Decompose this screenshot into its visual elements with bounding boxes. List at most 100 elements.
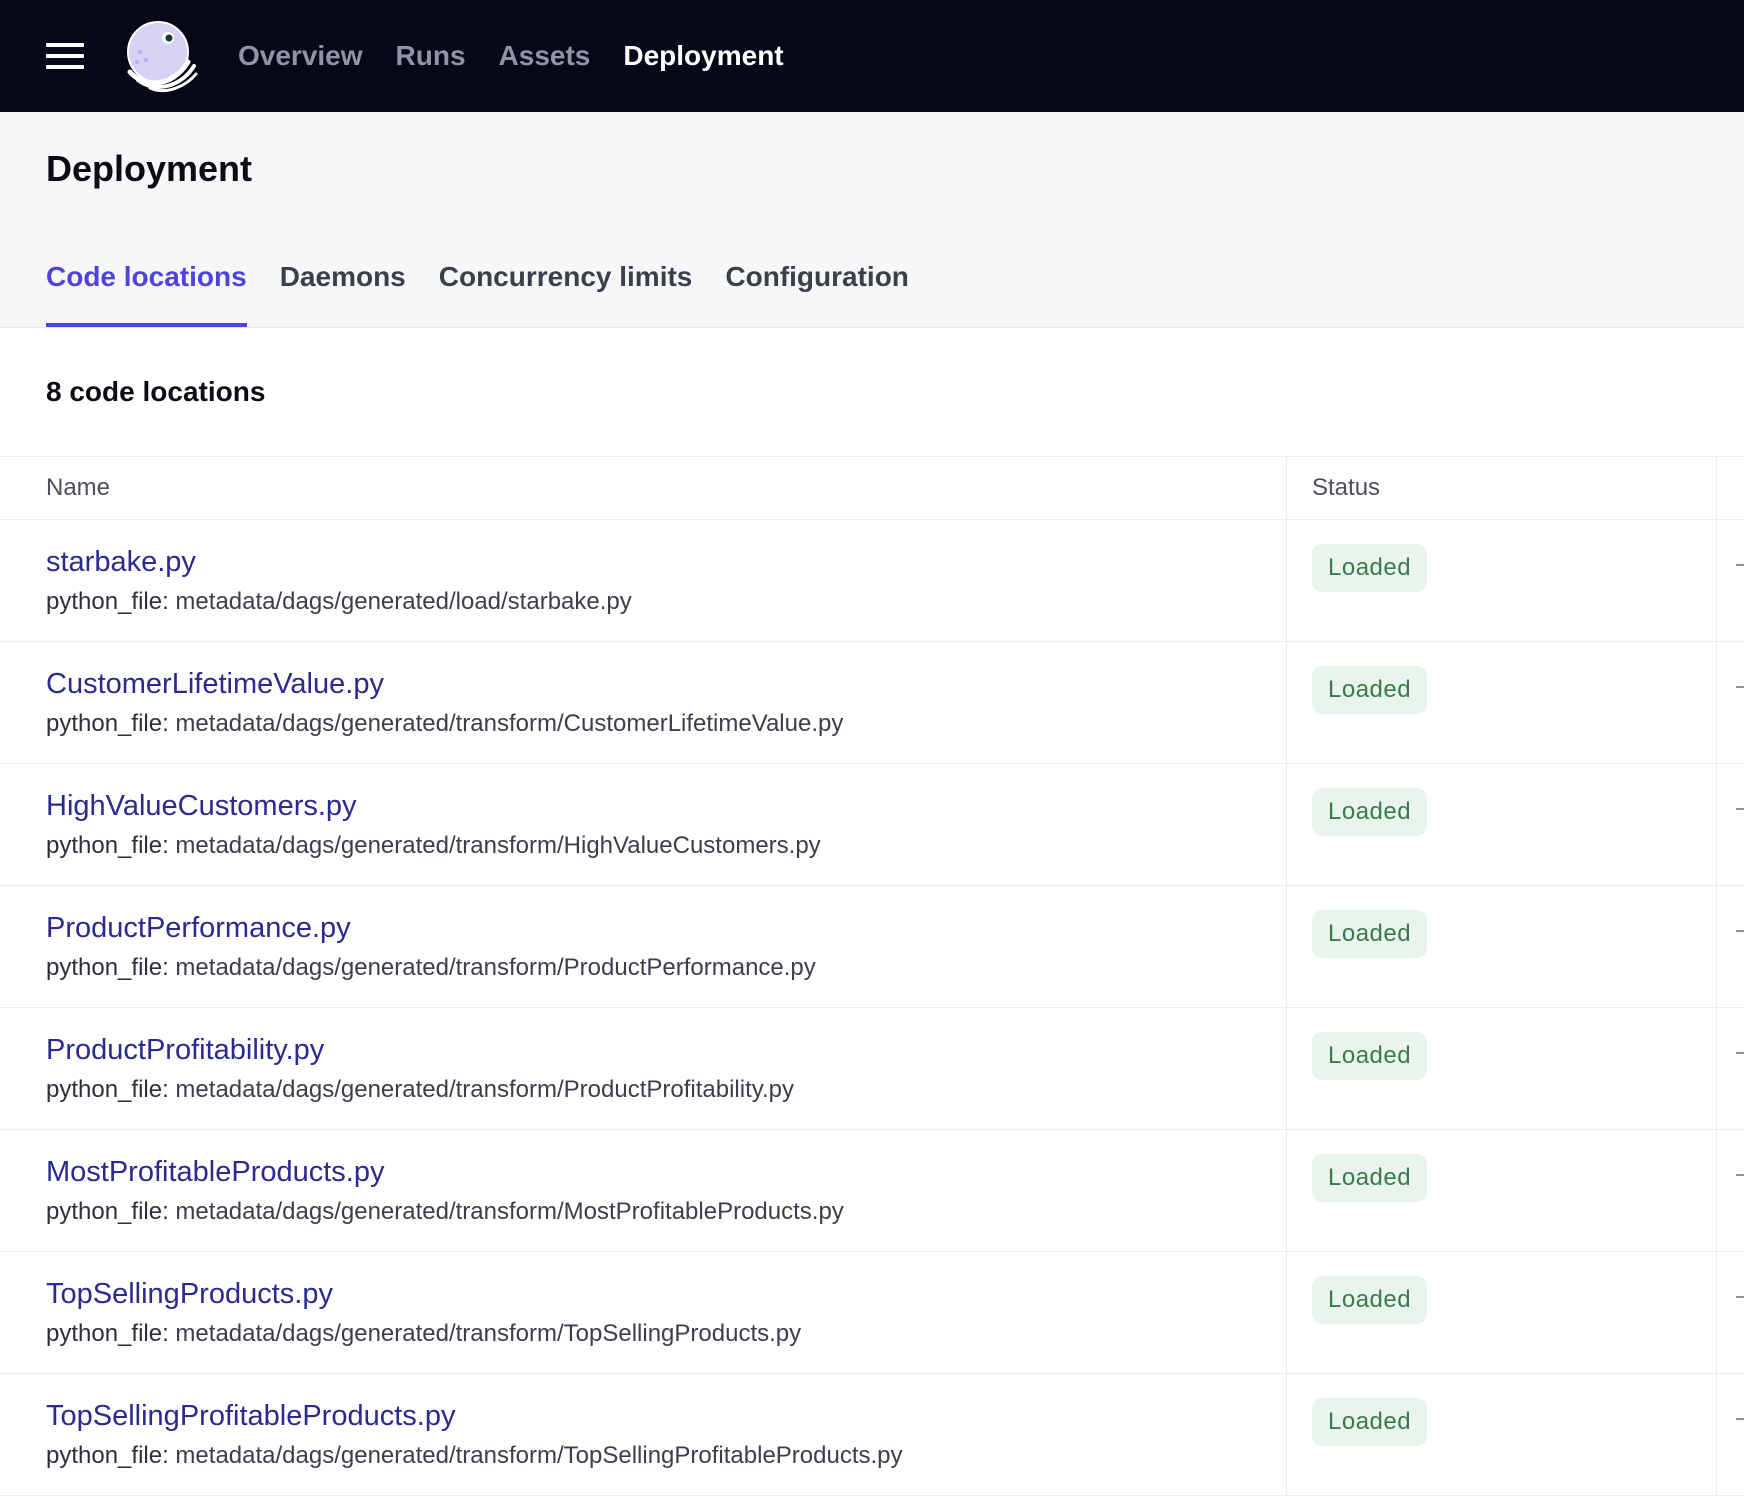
source-path: metadata/dags/generated/load/starbake.py [168, 588, 632, 615]
name-cell: MostProfitableProducts.py python_file: me… [0, 1130, 1287, 1251]
truncated-action-icon[interactable] [1736, 1296, 1744, 1298]
source-key: python_file: [46, 1076, 169, 1103]
page-header: Deployment Code locations Daemons Concurre… [0, 112, 1744, 328]
column-header-name[interactable]: Name [0, 457, 1287, 519]
nav-item-overview[interactable]: Overview [238, 40, 363, 72]
status-badge: Loaded [1312, 1276, 1428, 1324]
source-key: python_file: [46, 832, 169, 859]
status-badge: Loaded [1312, 1398, 1428, 1446]
column-header-status[interactable]: Status [1287, 457, 1717, 519]
code-location-link[interactable]: ProductProfitability.py [46, 1032, 1286, 1068]
code-location-count: 8 code locations [46, 376, 266, 407]
code-location-link[interactable]: CustomerLifetimeValue.py [46, 666, 1286, 702]
source-path: metadata/dags/generated/transform/Produc… [168, 954, 816, 981]
status-badge: Loaded [1312, 910, 1428, 958]
page-title: Deployment [46, 148, 253, 189]
name-cell: TopSellingProducts.py python_file: metada… [0, 1252, 1287, 1373]
table-header: Name Status [0, 457, 1744, 520]
code-location-source: python_file: metadata/dags/generated/tra… [46, 954, 1286, 982]
tab-concurrency-limits[interactable]: Concurrency limits [439, 261, 693, 327]
row-actions-cell [1717, 642, 1744, 763]
status-cell: Loaded [1287, 1130, 1717, 1251]
name-cell: ProductProfitability.py python_file: meta… [0, 1008, 1287, 1129]
row-actions-cell [1717, 886, 1744, 1007]
code-locations-table: Name Status starbake.py python_file: meta… [0, 457, 1744, 1496]
source-key: python_file: [46, 1320, 169, 1347]
name-cell: HighValueCustomers.py python_file: metada… [0, 764, 1287, 885]
table-row: ProductProfitability.py python_file: meta… [0, 1008, 1744, 1130]
status-badge: Loaded [1312, 666, 1428, 714]
status-badge: Loaded [1312, 1154, 1428, 1202]
truncated-action-icon[interactable] [1736, 1052, 1744, 1054]
code-location-link[interactable]: starbake.py [46, 544, 1286, 580]
tab-code-locations[interactable]: Code locations [46, 261, 247, 327]
code-location-source: python_file: metadata/dags/generated/tra… [46, 710, 1286, 738]
dagster-logo[interactable] [122, 18, 198, 94]
code-location-link[interactable]: TopSellingProfitableProducts.py [46, 1398, 1286, 1434]
name-cell: TopSellingProfitableProducts.py python_fi… [0, 1374, 1287, 1495]
tab-bar: Code locations Daemons Concurrency limits C… [46, 261, 942, 327]
table-row: ProductPerformance.py python_file: metada… [0, 886, 1744, 1008]
source-key: python_file: [46, 710, 169, 737]
table-row: HighValueCustomers.py python_file: metada… [0, 764, 1744, 886]
status-cell: Loaded [1287, 1252, 1717, 1373]
row-actions-cell [1717, 1374, 1744, 1495]
status-cell: Loaded [1287, 520, 1717, 641]
code-location-source: python_file: metadata/dags/generated/tra… [46, 1320, 1286, 1348]
row-actions-cell [1717, 1252, 1744, 1373]
table-row: TopSellingProfitableProducts.py python_fi… [0, 1374, 1744, 1496]
status-cell: Loaded [1287, 1374, 1717, 1495]
truncated-action-icon[interactable] [1736, 1418, 1744, 1420]
status-cell: Loaded [1287, 642, 1717, 763]
table-row: TopSellingProducts.py python_file: metada… [0, 1252, 1744, 1374]
truncated-action-icon[interactable] [1736, 564, 1744, 566]
source-path: metadata/dags/generated/transform/MostPr… [168, 1198, 844, 1225]
table-body: starbake.py python_file: metadata/dags/ge… [0, 520, 1744, 1496]
code-location-source: python_file: metadata/dags/generated/tra… [46, 1442, 1286, 1470]
code-location-link[interactable]: HighValueCustomers.py [46, 788, 1286, 824]
code-location-source: python_file: metadata/dags/generated/tra… [46, 1198, 1286, 1226]
nav-item-deployment[interactable]: Deployment [623, 40, 783, 72]
name-cell: ProductPerformance.py python_file: metada… [0, 886, 1287, 1007]
table-row: CustomerLifetimeValue.py python_file: met… [0, 642, 1744, 764]
source-key: python_file: [46, 588, 169, 615]
source-path: metadata/dags/generated/transform/Produc… [168, 1076, 794, 1103]
name-cell: starbake.py python_file: metadata/dags/ge… [0, 520, 1287, 641]
menu-icon[interactable] [46, 43, 84, 69]
truncated-action-icon[interactable] [1736, 808, 1744, 810]
source-key: python_file: [46, 1198, 169, 1225]
code-location-source: python_file: metadata/dags/generated/loa… [46, 588, 1286, 616]
table-row: MostProfitableProducts.py python_file: me… [0, 1130, 1744, 1252]
truncated-action-icon[interactable] [1736, 930, 1744, 932]
tab-configuration[interactable]: Configuration [725, 261, 909, 327]
source-path: metadata/dags/generated/transform/HighVa… [168, 832, 821, 859]
status-badge: Loaded [1312, 544, 1428, 592]
status-cell: Loaded [1287, 1008, 1717, 1129]
row-actions-cell [1717, 520, 1744, 641]
main-nav: Overview Runs Assets Deployment [238, 40, 817, 72]
top-navigation-bar: Overview Runs Assets Deployment [0, 0, 1744, 112]
source-key: python_file: [46, 954, 169, 981]
source-path: metadata/dags/generated/transform/TopSel… [168, 1442, 903, 1469]
row-actions-cell [1717, 1130, 1744, 1251]
source-path: metadata/dags/generated/transform/TopSel… [168, 1320, 802, 1347]
column-header-extra [1717, 457, 1744, 519]
source-key: python_file: [46, 1442, 169, 1469]
code-location-source: python_file: metadata/dags/generated/tra… [46, 1076, 1286, 1104]
row-actions-cell [1717, 764, 1744, 885]
code-location-link[interactable]: MostProfitableProducts.py [46, 1154, 1286, 1190]
name-cell: CustomerLifetimeValue.py python_file: met… [0, 642, 1287, 763]
code-location-source: python_file: metadata/dags/generated/tra… [46, 832, 1286, 860]
source-path: metadata/dags/generated/transform/Custom… [168, 710, 844, 737]
status-cell: Loaded [1287, 764, 1717, 885]
nav-item-runs[interactable]: Runs [396, 40, 466, 72]
status-cell: Loaded [1287, 886, 1717, 1007]
nav-item-assets[interactable]: Assets [499, 40, 591, 72]
table-row: starbake.py python_file: metadata/dags/ge… [0, 520, 1744, 642]
tab-daemons[interactable]: Daemons [280, 261, 406, 327]
truncated-action-icon[interactable] [1736, 1174, 1744, 1176]
status-badge: Loaded [1312, 1032, 1428, 1080]
code-location-link[interactable]: ProductPerformance.py [46, 910, 1286, 946]
truncated-action-icon[interactable] [1736, 686, 1744, 688]
code-location-link[interactable]: TopSellingProducts.py [46, 1276, 1286, 1312]
